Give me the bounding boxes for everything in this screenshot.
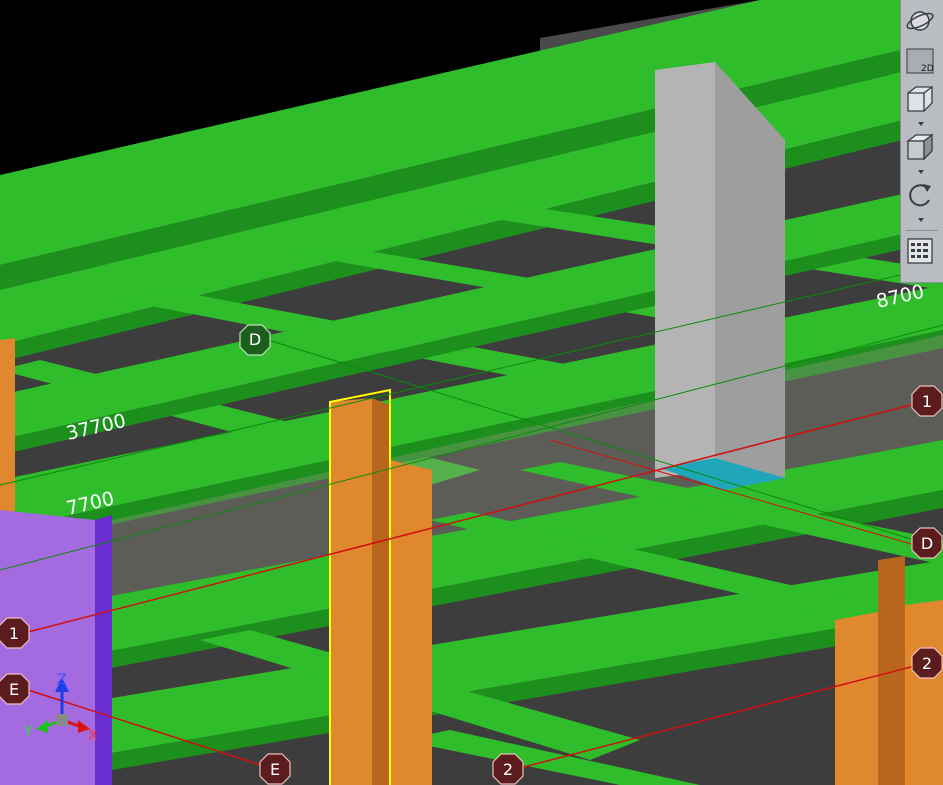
2d-plane-icon: 2D bbox=[906, 48, 934, 74]
orbit-view-button[interactable] bbox=[905, 6, 939, 40]
shaded-cube-icon bbox=[906, 133, 934, 161]
grid-bubble-d-right[interactable]: D bbox=[911, 527, 943, 559]
view-toolbar: 2D bbox=[900, 0, 943, 283]
model-scene: D 1 D 1 2 E E 2 37700 7700 8700 Z Y X bbox=[0, 0, 943, 785]
axis-y-label: Y bbox=[23, 724, 33, 740]
grid-bubble-e-bottom[interactable]: E bbox=[259, 753, 291, 785]
shaded-cube-dropdown-arrow[interactable] bbox=[918, 170, 924, 174]
2d-view-button[interactable]: 2D bbox=[905, 46, 939, 80]
svg-text:2: 2 bbox=[922, 654, 932, 673]
rotate-dropdown-arrow[interactable] bbox=[918, 218, 924, 222]
grid-bubble-1-right[interactable]: 1 bbox=[911, 385, 943, 417]
grid-bubble-1-left[interactable]: 1 bbox=[0, 617, 30, 649]
svg-text:E: E bbox=[9, 680, 19, 699]
axis-z-label: Z bbox=[57, 672, 67, 688]
orange-column-selected[interactable] bbox=[330, 398, 372, 785]
axis-x-label: X bbox=[88, 728, 98, 744]
rotate-arrow-icon bbox=[909, 184, 931, 207]
grid-bubble-e-left[interactable]: E bbox=[0, 673, 30, 705]
svg-text:1: 1 bbox=[9, 624, 19, 643]
svg-text:D: D bbox=[249, 330, 261, 349]
shaded-cube-button[interactable] bbox=[905, 132, 939, 166]
toolbar-separator bbox=[906, 230, 938, 231]
svg-text:D: D bbox=[921, 534, 933, 553]
grid-bubble-2-bottom[interactable]: 2 bbox=[492, 753, 524, 785]
grey-column bbox=[655, 62, 715, 478]
view-cube-button[interactable] bbox=[905, 84, 939, 118]
rotate-button[interactable] bbox=[905, 180, 939, 214]
display-settings-button[interactable] bbox=[905, 236, 939, 270]
3d-model-viewport[interactable]: D 1 D 1 2 E E 2 37700 7700 8700 Z Y X 2D bbox=[0, 0, 943, 785]
view-cube-dropdown-arrow[interactable] bbox=[918, 122, 924, 126]
svg-text:1: 1 bbox=[922, 392, 932, 411]
checklist-icon bbox=[907, 238, 933, 264]
svg-text:E: E bbox=[270, 760, 280, 779]
grid-bubble-2-right[interactable]: 2 bbox=[911, 647, 943, 679]
globe-orbit-icon bbox=[906, 11, 934, 31]
svg-text:2: 2 bbox=[503, 760, 513, 779]
orange-column-right bbox=[835, 612, 878, 785]
wireframe-cube-icon bbox=[907, 86, 933, 112]
grid-bubble-d-top[interactable]: D bbox=[239, 324, 271, 356]
2d-label: 2D bbox=[921, 64, 934, 74]
